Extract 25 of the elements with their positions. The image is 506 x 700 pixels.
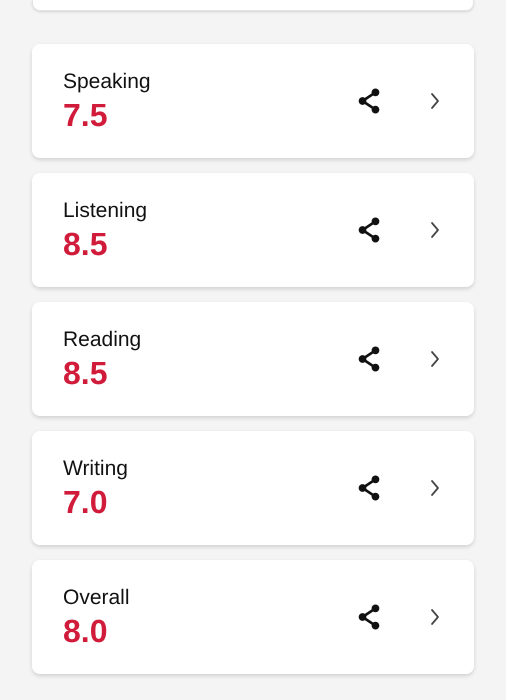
chevron-right-icon[interactable] xyxy=(430,479,440,497)
share-icon[interactable] xyxy=(356,216,382,244)
score-value: 8.5 xyxy=(63,225,108,264)
share-icon[interactable] xyxy=(356,345,382,373)
share-icon[interactable] xyxy=(356,87,382,115)
score-card[interactable]: Reading 8.5 xyxy=(32,302,474,416)
chevron-right-icon[interactable] xyxy=(430,608,440,626)
score-label: Writing xyxy=(63,456,129,482)
score-card[interactable]: Listening 8.5 xyxy=(32,173,474,287)
score-card[interactable]: Speaking 7.5 xyxy=(32,44,474,158)
score-label: Listening xyxy=(63,198,148,224)
score-value: 8.0 xyxy=(63,612,108,651)
chevron-right-icon[interactable] xyxy=(430,350,440,368)
score-label: Speaking xyxy=(63,69,152,95)
score-label: Overall xyxy=(63,585,131,611)
chevron-right-icon[interactable] xyxy=(430,92,440,110)
score-value: 7.5 xyxy=(63,96,108,135)
share-icon[interactable] xyxy=(356,474,382,502)
score-label: Reading xyxy=(63,327,142,353)
score-card[interactable]: Overall 8.0 xyxy=(32,560,474,674)
score-value: 8.5 xyxy=(63,354,108,393)
score-value: 7.0 xyxy=(63,483,108,522)
chevron-right-icon[interactable] xyxy=(430,221,440,239)
share-icon[interactable] xyxy=(356,603,382,631)
score-card[interactable]: Writing 7.0 xyxy=(32,431,474,545)
